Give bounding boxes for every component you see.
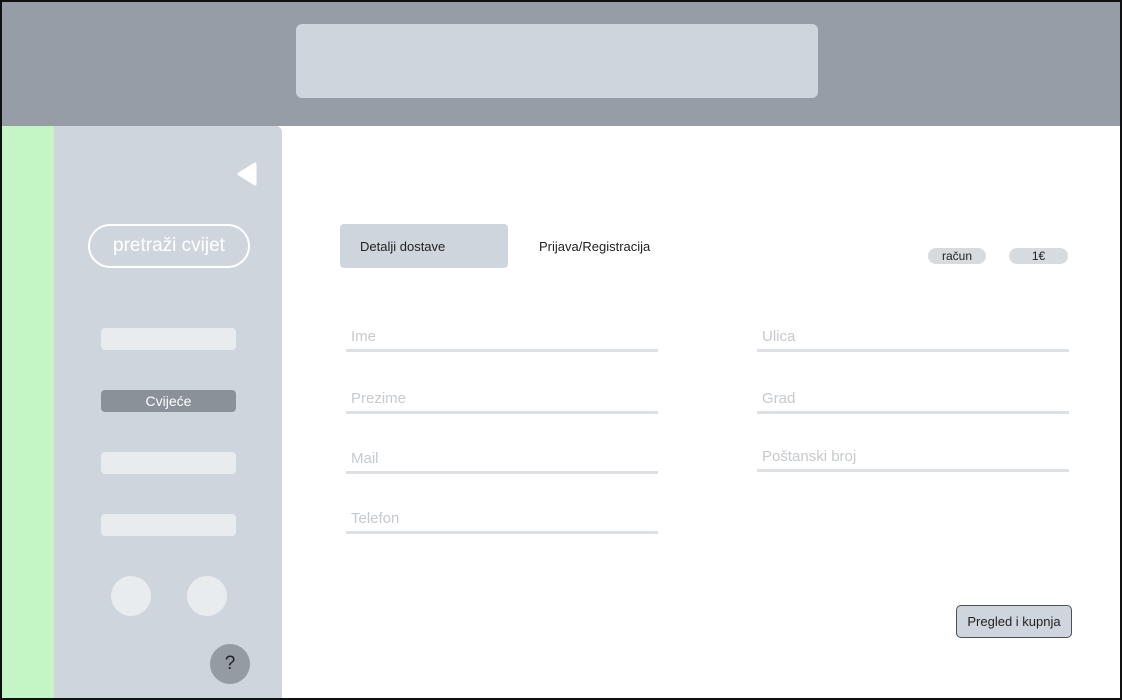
city-input[interactable] bbox=[757, 388, 1069, 411]
sidebar-item-1[interactable] bbox=[101, 328, 236, 350]
city-field bbox=[757, 388, 1069, 414]
phone-input[interactable] bbox=[346, 508, 658, 531]
street-input[interactable] bbox=[757, 326, 1069, 349]
top-header bbox=[2, 2, 1120, 126]
circle-button-right[interactable] bbox=[187, 576, 227, 616]
email-input[interactable] bbox=[346, 448, 658, 471]
email-field bbox=[346, 448, 658, 474]
sidebar-item-4[interactable] bbox=[101, 514, 236, 536]
help-button[interactable]: ? bbox=[210, 644, 250, 684]
tab-delivery-details[interactable]: Detalji dostave bbox=[340, 224, 508, 268]
sidebar-item-cvijece[interactable]: Cvijeće bbox=[101, 390, 236, 412]
last-name-field bbox=[346, 388, 658, 414]
first-name-input[interactable] bbox=[346, 326, 658, 349]
sidebar-item-3[interactable] bbox=[101, 452, 236, 474]
search-flower-button[interactable]: pretraži cvijet bbox=[88, 224, 250, 268]
street-field bbox=[757, 326, 1069, 352]
price-badge: 1€ bbox=[1009, 248, 1068, 264]
first-name-field bbox=[346, 326, 658, 352]
circle-button-left[interactable] bbox=[111, 576, 151, 616]
collapse-arrow-icon[interactable] bbox=[235, 162, 259, 186]
app-frame: pretraži cvijet Cvijeće ? Detalji dostav… bbox=[0, 0, 1122, 700]
tab-login-registration[interactable]: Prijava/Registracija bbox=[522, 224, 682, 268]
postal-code-input[interactable] bbox=[757, 446, 1069, 469]
postal-code-field bbox=[757, 446, 1069, 472]
green-side-strip bbox=[2, 126, 54, 698]
review-and-buy-button[interactable]: Pregled i kupnja bbox=[956, 605, 1072, 638]
header-banner-placeholder bbox=[296, 24, 818, 98]
account-badge[interactable]: račun bbox=[928, 248, 986, 264]
sidebar: pretraži cvijet Cvijeće ? bbox=[54, 126, 282, 698]
phone-field bbox=[346, 508, 658, 534]
last-name-input[interactable] bbox=[346, 388, 658, 411]
